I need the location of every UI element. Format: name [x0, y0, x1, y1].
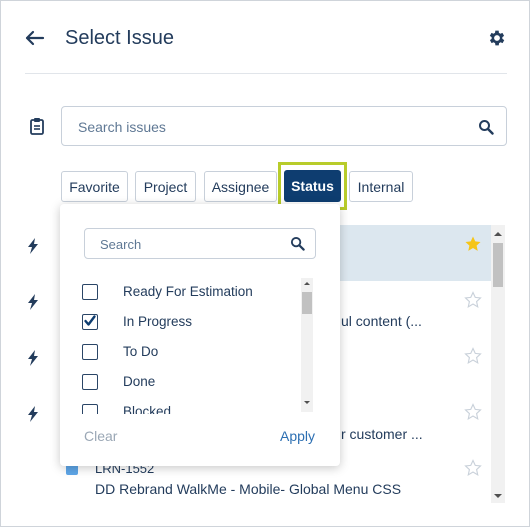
- filter-chip-internal[interactable]: Internal: [349, 171, 413, 202]
- status-option-label: Done: [123, 374, 156, 389]
- star-outline-icon[interactable]: [464, 459, 482, 477]
- arrow-left-icon: [25, 30, 45, 46]
- status-option-in-progress[interactable]: In Progress: [60, 308, 300, 338]
- bolt-icon: [28, 238, 38, 254]
- status-option-label: Ready For Estimation: [123, 284, 253, 299]
- clear-button[interactable]: Clear: [84, 428, 117, 444]
- status-option-to-do[interactable]: To Do: [60, 338, 300, 368]
- status-option-label: Blocked: [123, 404, 172, 414]
- filter-chip-favorite[interactable]: Favorite: [61, 171, 128, 202]
- status-option-label: In Progress: [123, 314, 193, 329]
- status-option-ready-for-estimation[interactable]: Ready For Estimation: [60, 278, 300, 308]
- scroll-up-icon[interactable]: [301, 278, 313, 288]
- search-icon: [479, 120, 494, 135]
- bolt-icon: [28, 350, 38, 366]
- scroll-down-icon[interactable]: [492, 491, 504, 501]
- clipboard-icon: [29, 117, 45, 135]
- select-issue-panel: Select Issue Favorite Project Assignee S…: [0, 0, 530, 527]
- filter-chip-project[interactable]: Project: [135, 171, 196, 202]
- issue-summary: r customer ...: [341, 426, 423, 442]
- search-issues-field[interactable]: [61, 106, 507, 146]
- scroll-up-icon[interactable]: [492, 229, 504, 239]
- status-search-input[interactable]: [100, 236, 280, 253]
- star-outline-icon[interactable]: [464, 291, 482, 309]
- star-filled-icon[interactable]: [464, 235, 482, 253]
- gear-icon: [489, 30, 505, 46]
- checkmark-icon: [84, 315, 96, 326]
- status-option-label: To Do: [123, 344, 159, 359]
- checkbox-checked[interactable]: [82, 314, 98, 330]
- filter-chip-assignee[interactable]: Assignee: [204, 171, 277, 202]
- checkbox[interactable]: [82, 344, 98, 360]
- search-icon: [290, 236, 305, 251]
- issue-summary: DD Rebrand WalkMe - Mobile- Global Menu …: [95, 481, 402, 497]
- bolt-icon: [28, 406, 38, 422]
- issue-summary: ul content (...: [341, 313, 422, 329]
- status-option-blocked[interactable]: Blocked: [60, 398, 300, 414]
- list-scroll-thumb[interactable]: [493, 243, 503, 287]
- status-search-field[interactable]: [84, 228, 316, 259]
- checkbox[interactable]: [82, 404, 98, 414]
- filter-chip-status[interactable]: Status: [284, 170, 341, 202]
- scroll-down-icon[interactable]: [301, 398, 313, 408]
- status-filter-dropdown: Ready For Estimation In Progress To Do D…: [60, 204, 340, 466]
- bolt-icon: [28, 294, 38, 310]
- status-scroll-thumb[interactable]: [302, 292, 312, 314]
- status-option-done[interactable]: Done: [60, 368, 300, 398]
- settings-button[interactable]: [487, 28, 507, 48]
- checkbox[interactable]: [82, 284, 98, 300]
- checkbox[interactable]: [82, 374, 98, 390]
- apply-button[interactable]: Apply: [280, 428, 315, 444]
- status-options-list: Ready For Estimation In Progress To Do D…: [60, 276, 300, 414]
- star-outline-icon[interactable]: [464, 347, 482, 365]
- back-button[interactable]: [23, 27, 47, 49]
- star-outline-icon[interactable]: [464, 403, 482, 421]
- page-title: Select Issue: [65, 27, 174, 49]
- search-issues-input[interactable]: [78, 117, 458, 137]
- header-divider: [25, 73, 507, 74]
